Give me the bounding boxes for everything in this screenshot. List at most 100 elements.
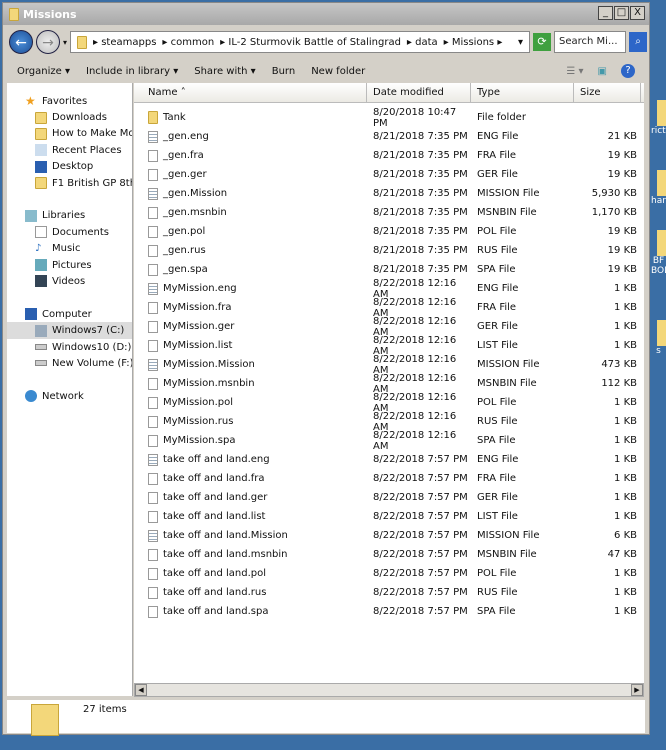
file-row[interactable]: _gen.eng 8/21/2018 7:35 PM ENG File 21 KB — [134, 127, 644, 146]
address-dropdown[interactable]: ▾ — [518, 37, 523, 48]
folder-icon — [148, 111, 158, 124]
file-icon — [148, 472, 158, 485]
file-row[interactable]: _gen.spa 8/21/2018 7:35 PM SPA File 19 KB — [134, 260, 644, 279]
nav-item-videos[interactable]: Videos — [7, 273, 132, 289]
breadcrumb-item[interactable]: ▸ steamapps — [93, 37, 156, 48]
breadcrumb-item[interactable]: ▸ data — [407, 37, 438, 48]
file-size: 1 KB — [614, 511, 637, 522]
nav-item-music[interactable]: ♪ Music — [7, 241, 132, 257]
file-row[interactable]: MyMission.eng 8/22/2018 12:16 AM ENG File 1… — [134, 278, 644, 300]
column-name[interactable]: Name ˄ — [134, 83, 367, 102]
file-name: Tank — [134, 111, 367, 124]
close-button[interactable]: X — [630, 6, 645, 20]
nav-item-documents[interactable]: Documents — [7, 224, 132, 240]
share-with-button[interactable]: Share with ▾ — [194, 66, 255, 77]
breadcrumb-item[interactable]: ▸ Missions ▸ — [444, 37, 503, 48]
file-row[interactable]: _gen.rus 8/21/2018 7:35 PM RUS File 19 KB — [134, 241, 644, 260]
file-row[interactable]: _gen.pol 8/21/2018 7:35 PM POL File 19 KB — [134, 222, 644, 241]
file-row[interactable]: take off and land.rus 8/22/2018 7:57 PM RU… — [134, 583, 644, 602]
file-row[interactable]: _gen.Mission 8/21/2018 7:35 PM MISSION Fil… — [134, 184, 644, 203]
search-input[interactable]: Search Mi... — [554, 31, 627, 53]
file-row[interactable]: MyMission.Mission 8/22/2018 12:16 AM MISSI… — [134, 354, 644, 376]
scroll-left-button[interactable]: ◀ — [135, 684, 147, 696]
file-icon — [148, 263, 158, 276]
file-row[interactable]: take off and land.pol 8/22/2018 7:57 PM PO… — [134, 564, 644, 583]
preview-pane-icon[interactable]: ▣ — [598, 66, 607, 77]
desktop-icon-item[interactable]: s — [651, 320, 666, 356]
file-row[interactable]: _gen.fra 8/21/2018 7:35 PM FRA File 19 KB — [134, 146, 644, 165]
file-row[interactable]: MyMission.msnbin 8/22/2018 12:16 AM MSNBIN… — [134, 373, 644, 395]
folder-icon — [35, 127, 47, 140]
file-type: LIST File — [477, 511, 518, 522]
file-name: take off and land.msnbin — [134, 548, 367, 561]
desktop-icon-item[interactable]: BF BOD — [651, 230, 666, 276]
file-size: 1 KB — [614, 454, 637, 465]
file-size: 19 KB — [607, 264, 637, 275]
refresh-icon[interactable]: ⟳ — [533, 33, 552, 51]
file-row[interactable]: MyMission.spa 8/22/2018 12:16 AM SPA File 1… — [134, 430, 644, 452]
back-button[interactable]: ← — [9, 30, 33, 54]
desktop-icon-item[interactable]: har — [651, 170, 666, 206]
file-icon — [148, 586, 158, 599]
new-folder-button[interactable]: New folder — [311, 66, 365, 77]
file-row[interactable]: _gen.ger 8/21/2018 7:35 PM GER File 19 KB — [134, 165, 644, 184]
breadcrumb-item[interactable]: ▸ common — [162, 37, 214, 48]
nav-computer[interactable]: Computer — [7, 306, 132, 322]
nav-item-drive-c[interactable]: Windows7 (C:) — [7, 322, 132, 339]
file-row[interactable]: MyMission.pol 8/22/2018 12:16 AM POL File 1… — [134, 392, 644, 414]
file-row[interactable]: take off and land.fra 8/22/2018 7:57 PM FR… — [134, 469, 644, 488]
breadcrumb[interactable]: ▸ steamapps ▸ common ▸ IL-2 Sturmovik Ba… — [70, 31, 531, 53]
file-type: File folder — [477, 112, 526, 123]
horizontal-scrollbar[interactable]: ◀ ▶ — [134, 683, 644, 697]
nav-favorites[interactable]: ★ Favorites — [7, 93, 132, 109]
maximize-button[interactable]: □ — [614, 6, 629, 20]
nav-item-how-to[interactable]: How to Make Mone — [7, 126, 132, 142]
window-title: Missions — [23, 7, 77, 21]
organize-button[interactable]: Organize ▾ — [17, 66, 70, 77]
column-date-modified[interactable]: Date modified — [367, 83, 471, 102]
drive-icon — [35, 344, 47, 351]
file-row[interactable]: Tank 8/20/2018 10:47 PM File folder — [134, 107, 644, 129]
file-row[interactable]: take off and land.Mission 8/22/2018 7:57 … — [134, 526, 644, 545]
videos-icon — [35, 275, 47, 288]
file-row[interactable]: MyMission.list 8/22/2018 12:16 AM LIST Fil… — [134, 335, 644, 357]
title-bar[interactable]: Missions _ □ X — [3, 3, 649, 25]
help-icon[interactable]: ? — [621, 64, 635, 78]
file-row[interactable]: MyMission.ger 8/22/2018 12:16 AM GER File 1… — [134, 316, 644, 338]
nav-libraries[interactable]: Libraries — [7, 208, 132, 224]
breadcrumb-item[interactable]: ▸ IL-2 Sturmovik Battle of Stalingrad — [220, 37, 401, 48]
minimize-button[interactable]: _ — [598, 6, 613, 20]
view-options-icon[interactable]: ☰ ▾ — [566, 66, 583, 77]
forward-button[interactable]: → — [36, 30, 60, 54]
file-row[interactable]: MyMission.rus 8/22/2018 12:16 AM RUS File 1… — [134, 411, 644, 433]
file-name: _gen.eng — [134, 130, 367, 143]
file-row[interactable]: take off and land.ger 8/22/2018 7:57 PM GE… — [134, 488, 644, 507]
file-type: ENG File — [477, 454, 519, 465]
file-icon — [148, 415, 158, 428]
file-row[interactable]: MyMission.fra 8/22/2018 12:16 AM FRA File 1… — [134, 297, 644, 319]
burn-button[interactable]: Burn — [272, 66, 295, 77]
file-row[interactable]: take off and land.spa 8/22/2018 7:57 PM SP… — [134, 602, 644, 621]
search-icon[interactable]: ⌕ — [629, 32, 648, 52]
pictures-icon — [35, 259, 47, 272]
scroll-right-button[interactable]: ▶ — [631, 684, 643, 696]
nav-item-f1[interactable]: F1 British GP 8th Ju — [7, 175, 132, 191]
column-size[interactable]: Size — [574, 83, 641, 102]
nav-item-pictures[interactable]: Pictures — [7, 257, 132, 273]
include-in-library-button[interactable]: Include in library ▾ — [86, 66, 178, 77]
file-row[interactable]: take off and land.list 8/22/2018 7:57 PM L… — [134, 507, 644, 526]
nav-item-desktop[interactable]: Desktop — [7, 159, 132, 175]
file-row[interactable]: _gen.msnbin 8/21/2018 7:35 PM MSNBIN File 1… — [134, 203, 644, 222]
nav-item-drive-f[interactable]: New Volume (F:) — [7, 355, 132, 371]
nav-item-recent-places[interactable]: Recent Places — [7, 142, 132, 158]
file-row[interactable]: take off and land.eng 8/22/2018 7:57 PM EN… — [134, 450, 644, 469]
recent-pages-dropdown[interactable]: ▾ — [63, 38, 67, 47]
desktop-icon-item[interactable]: ricto — [651, 100, 666, 136]
nav-item-drive-d[interactable]: Windows10 (D:) — [7, 339, 132, 355]
file-size: 1 KB — [614, 587, 637, 598]
column-type[interactable]: Type — [471, 83, 574, 102]
nav-item-downloads[interactable]: Downloads — [7, 109, 132, 125]
file-size: 19 KB — [607, 150, 637, 161]
file-row[interactable]: take off and land.msnbin 8/22/2018 7:57 P… — [134, 545, 644, 564]
nav-network[interactable]: Network — [7, 388, 132, 404]
